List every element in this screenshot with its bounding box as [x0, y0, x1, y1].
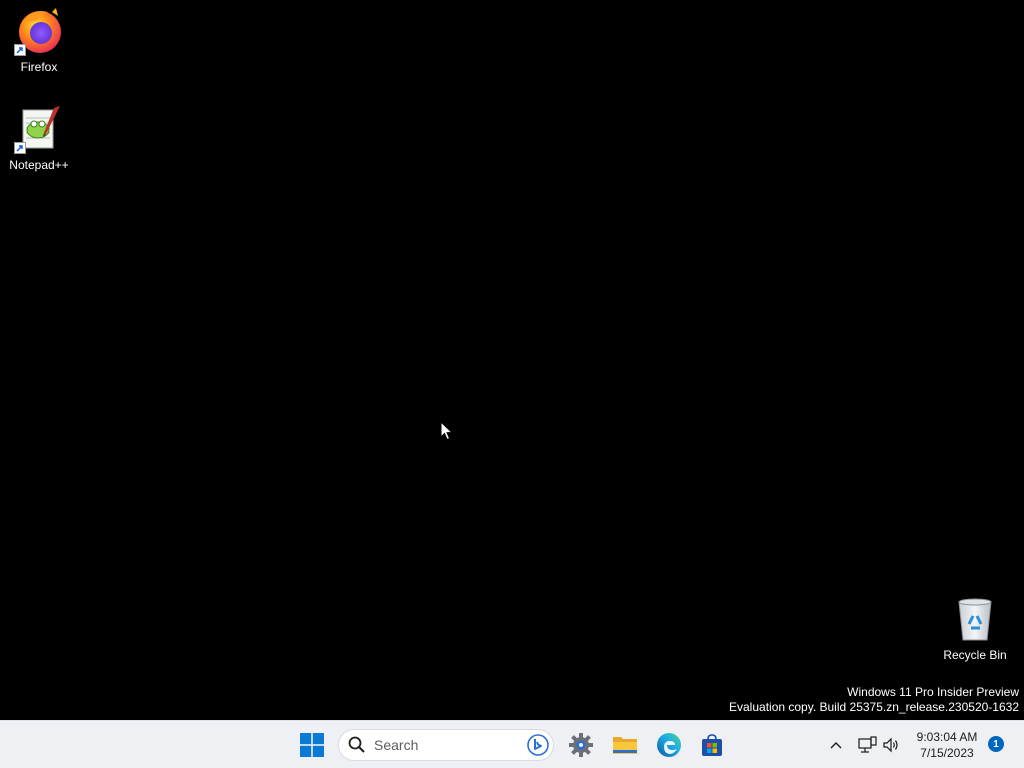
- search-icon: [348, 736, 365, 753]
- taskbar-edge-button[interactable]: [651, 727, 687, 763]
- network-icon: [858, 736, 877, 753]
- clock-date: 7/15/2023: [920, 746, 974, 760]
- bing-icon[interactable]: [527, 734, 549, 756]
- windows-start-icon: [300, 733, 324, 757]
- shortcut-arrow-icon: [14, 142, 26, 154]
- desktop[interactable]: Firefox Notepad++ Recycle Bin Windows 11…: [0, 0, 1024, 720]
- speaker-icon: [883, 737, 898, 753]
- chevron-up-icon: [830, 742, 842, 749]
- file-explorer-icon: [613, 737, 637, 754]
- start-button[interactable]: [294, 727, 330, 763]
- desktop-icon-firefox[interactable]: Firefox: [1, 6, 77, 74]
- taskbar-clock[interactable]: 9:03:04 AM 7/15/2023: [906, 729, 988, 761]
- search-placeholder: Search: [374, 737, 419, 753]
- firefox-icon: [14, 6, 64, 56]
- microsoft-store-icon: [702, 734, 722, 756]
- desktop-icon-label: Notepad++: [9, 158, 69, 172]
- shortcut-arrow-icon: [14, 44, 26, 56]
- settings-gear-icon: [569, 733, 593, 757]
- notepadpp-icon: [14, 104, 64, 154]
- recycle-bin-icon: [950, 594, 1000, 644]
- taskbar-settings-button[interactable]: [563, 727, 599, 763]
- desktop-icon-recycle-bin[interactable]: Recycle Bin: [937, 594, 1013, 662]
- mouse-cursor-icon: [440, 420, 454, 446]
- taskbar-store-button[interactable]: [694, 727, 730, 763]
- taskbar: Search 9:03:04 AM 7/15/2023: [0, 720, 1024, 768]
- desktop-icon-label: Recycle Bin: [943, 648, 1007, 662]
- show-hidden-icons-button[interactable]: [818, 727, 854, 763]
- desktop-icon-label: Firefox: [20, 60, 58, 74]
- notification-badge[interactable]: 1: [988, 736, 1004, 752]
- desktop-icon-notepadpp[interactable]: Notepad++: [1, 104, 77, 172]
- volume-button[interactable]: [878, 727, 904, 763]
- windows-watermark: Windows 11 Pro Insider Preview Evaluatio…: [729, 685, 1019, 715]
- edge-icon: [657, 733, 681, 757]
- watermark-line-1: Windows 11 Pro Insider Preview: [847, 685, 1019, 699]
- watermark-line-2: Evaluation copy. Build 25375.zn_release.…: [729, 700, 1019, 714]
- clock-time: 9:03:04 AM: [916, 730, 978, 744]
- taskbar-file-explorer-button[interactable]: [607, 727, 643, 763]
- network-status-button[interactable]: [854, 727, 880, 763]
- taskbar-search-box[interactable]: Search: [338, 729, 554, 761]
